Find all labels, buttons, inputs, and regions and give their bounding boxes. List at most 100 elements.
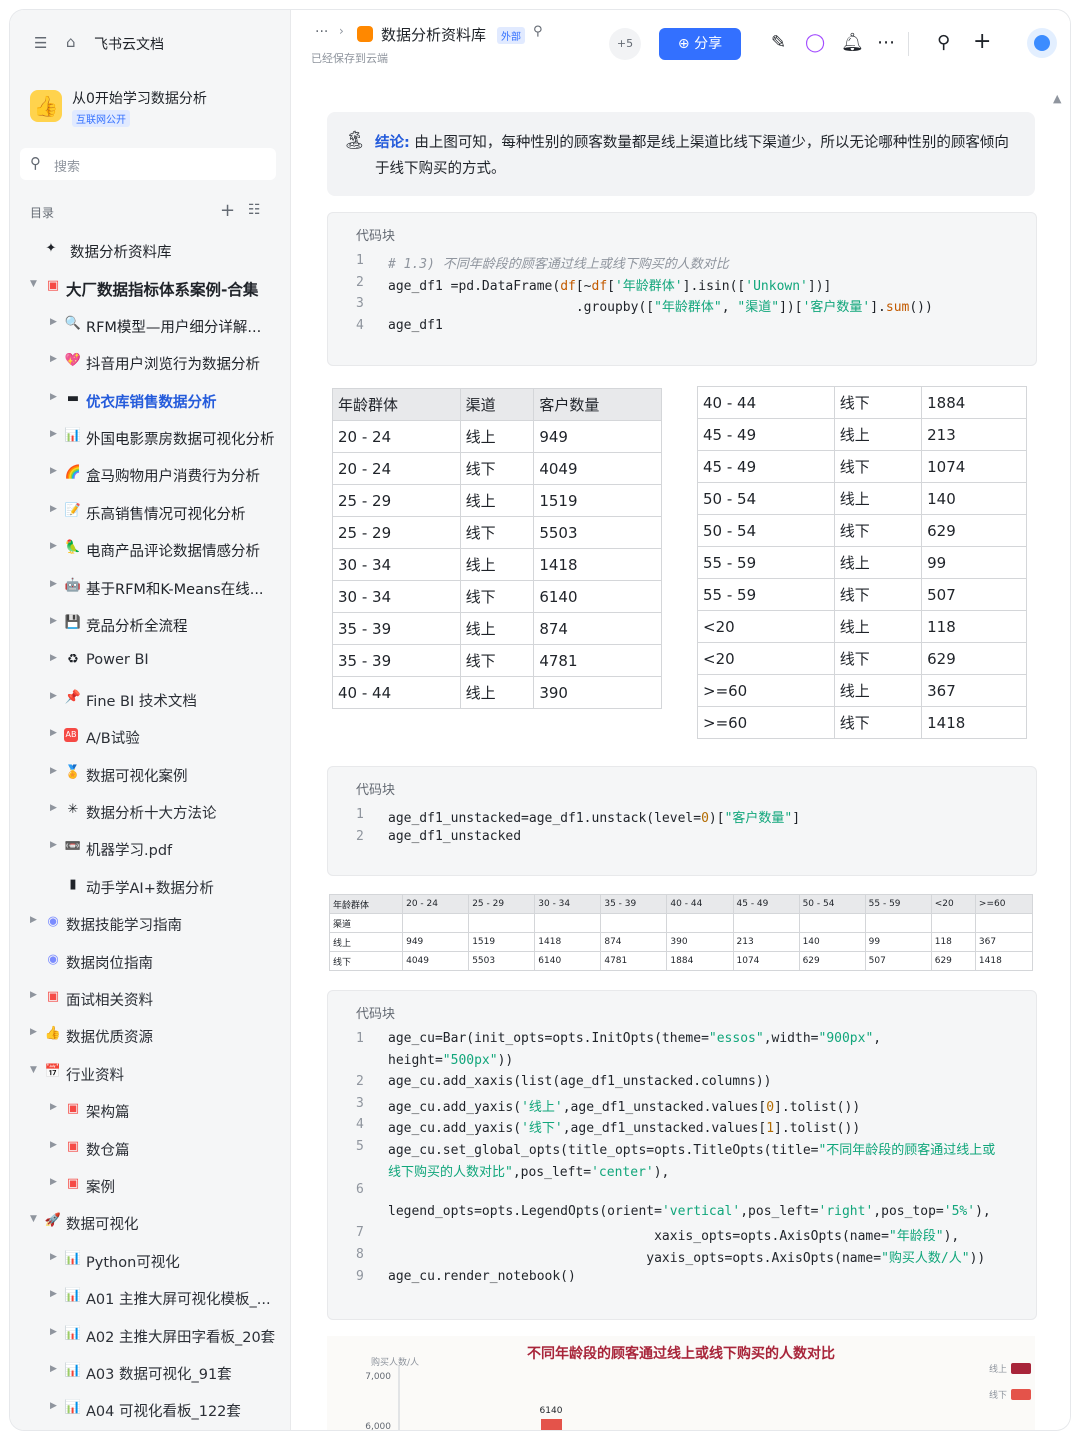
ai-assistant-icon[interactable]: ◯	[805, 32, 825, 53]
sidebar-item[interactable]: ▶ ♻ Power BI	[10, 643, 290, 679]
collaborators-button[interactable]: +5	[609, 28, 641, 60]
sidebar-item[interactable]: ▶ 🏅 数据可视化案例	[10, 756, 290, 792]
table-cell: 线上	[459, 548, 535, 581]
chevron-right-icon[interactable]: ▶	[30, 990, 37, 1000]
item-icon: 🚀	[44, 1213, 62, 1229]
table-cell: 40 - 44	[332, 676, 461, 709]
chevron-right-icon[interactable]: ▶	[50, 429, 57, 439]
sidebar-item[interactable]: ▶ ✳ 数据分析十大方法论	[10, 793, 290, 829]
sidebar-item[interactable]: ▶ 🌈 盒马购物用户消费行为分析	[10, 456, 290, 492]
chevron-right-icon[interactable]: ▶	[30, 1027, 37, 1037]
sidebar-item[interactable]: ◉ 数据岗位指南	[10, 943, 290, 979]
code-text: age_cu.add_yaxis('线下',age_df1_unstacked.…	[388, 1117, 860, 1136]
chevron-right-icon[interactable]: ▶	[50, 466, 57, 476]
sidebar-item[interactable]: ▶ 💾 竞品分析全流程	[10, 606, 290, 642]
sidebar-item[interactable]: ▼ 🚀 数据可视化	[10, 1204, 290, 1240]
chevron-right-icon[interactable]: ▶	[50, 803, 57, 813]
home-icon[interactable]: ⌂	[66, 33, 76, 51]
chevron-right-icon[interactable]: ▶	[50, 541, 57, 551]
chevron-right-icon[interactable]: ▶	[50, 1102, 57, 1112]
sidebar-item[interactable]: ▶ 👍 数据优质资源	[10, 1017, 290, 1053]
chevron-right-icon[interactable]: ▶	[50, 766, 57, 776]
chevron-down-icon[interactable]: ▼	[30, 1065, 37, 1075]
chevron-right-icon[interactable]: ▶	[30, 915, 37, 925]
island-icon: 🏝	[343, 130, 366, 151]
code-block-3[interactable]: 代码块 1 age_cu=Bar(init_opts=opts.InitOpts(…	[327, 990, 1037, 1320]
bell-icon[interactable]: 🔔︎	[841, 32, 864, 53]
table-header: 年龄群体	[328, 894, 404, 914]
code-token: yaxis_opts=opts.AxisOpts(name=	[388, 1251, 882, 1266]
sidebar-item[interactable]: ▶ 🤖 基于RFM和K-Means在线...	[10, 569, 290, 605]
chevron-right-icon[interactable]: ▶	[50, 1401, 57, 1411]
sidebar-item[interactable]: ▶ 📌 Fine BI 技术文档	[10, 681, 290, 717]
sidebar-item[interactable]: ▶ AB A/B试验	[10, 718, 290, 754]
chevron-right-icon[interactable]: ▶	[50, 392, 57, 402]
sidebar-item[interactable]: ▶ 📊 外国电影票房数据可视化分析	[10, 419, 290, 455]
chevron-down-icon[interactable]: ▼	[30, 279, 37, 289]
sidebar-item[interactable]: ▮ 动手学AI+数据分析	[10, 868, 290, 904]
sidebar-item[interactable]: ▶ ▣ 案例	[10, 1167, 290, 1203]
code-block-2[interactable]: 代码块 1 age_df1_unstacked=age_df1.unstack(l…	[327, 766, 1037, 876]
sidebar-item[interactable]: ▶ 📝 乐高销售情况可视化分析	[10, 494, 290, 530]
chevron-right-icon[interactable]: ▶	[50, 616, 57, 626]
bar-chart-svg: 不同年龄段的顾客通过线上或线下购买的人数对比购买人数/人 7,000 6,000 线上…	[365, 1345, 1031, 1430]
sidebar-item[interactable]: ▼ ▣ 大厂数据指标体系案例-合集	[10, 269, 290, 305]
more-icon[interactable]: ⋯	[877, 32, 895, 53]
sidebar-item[interactable]: ▶ ▣ 面试相关资料	[10, 980, 290, 1016]
line-number: 4	[356, 317, 364, 333]
pin-icon[interactable]: ⚲	[533, 24, 543, 39]
chevron-right-icon[interactable]: ▶	[50, 653, 57, 663]
chevron-right-icon[interactable]: ▶	[50, 354, 57, 364]
chevron-right-icon[interactable]: ▶	[50, 1289, 57, 1299]
chevron-right-icon[interactable]: ▶	[50, 691, 57, 701]
chevron-right-icon[interactable]: ▶	[50, 1364, 57, 1374]
collapse-sidebar-icon[interactable]: ☰	[34, 34, 47, 52]
table-cell: 118	[921, 610, 1027, 643]
sidebar-item[interactable]: ▶ 📊 A03 数据可视化_91套	[10, 1354, 290, 1390]
doc-title[interactable]: 数据分析资料库	[381, 24, 486, 45]
sidebar-item[interactable]: ▶ ▣ 数仓篇	[10, 1130, 290, 1166]
sidebar-item[interactable]: ▶ 🦜 电商产品评论数据情感分析	[10, 531, 290, 567]
save-status: 已经保存到云端	[311, 52, 388, 65]
chevron-right-icon[interactable]: ▶	[50, 1252, 57, 1262]
chevron-right-icon[interactable]: ▶	[50, 504, 57, 514]
sidebar-item[interactable]: ▶ 📊 Python可视化	[10, 1242, 290, 1278]
sidebar-item[interactable]: ▶ 📼 机器学习.pdf	[10, 830, 290, 866]
search-box[interactable]: ⚲ 搜索	[20, 148, 276, 180]
sidebar-item[interactable]: ▶ ▬ 优衣库销售数据分析	[10, 382, 290, 418]
chevron-right-icon[interactable]: ▶	[50, 728, 57, 738]
chevron-right-icon[interactable]: ▶	[50, 1140, 57, 1150]
add-icon[interactable]: +	[973, 29, 991, 54]
table-cell: 1884	[666, 951, 734, 971]
search-icon[interactable]: ⚲	[937, 32, 950, 53]
sidebar-item[interactable]: ▶ 🔍 RFM模型—用户细分详解...	[10, 307, 290, 343]
sidebar-item[interactable]: ✦ 数据分析资料库	[10, 232, 290, 268]
sidebar-item[interactable]: ▶ ▣ 架构篇	[10, 1092, 290, 1128]
edit-icon[interactable]: ✎	[771, 32, 786, 53]
brand-name[interactable]: 飞书云文档	[94, 34, 164, 54]
list-options-icon[interactable]: ☷	[248, 202, 261, 218]
code-block-1[interactable]: 代码块 1 # 1.3) 不同年龄段的顾客通过线上或线下购买的人数对比 2 age_d…	[327, 212, 1037, 366]
sidebar-item[interactable]: ▶ 💖 抖音用户浏览行为数据分析	[10, 344, 290, 380]
doc-content[interactable]: ▲ 🏝 结论: 由上图可知，每种性别的顾客数量都是线上渠道比线下渠道少，所以无论…	[291, 80, 1070, 1430]
chevron-right-icon[interactable]: ▶	[50, 579, 57, 589]
item-icon: ✳	[67, 802, 79, 817]
sidebar-item[interactable]: ▶ ◉ 数据技能学习指南	[10, 905, 290, 941]
sidebar-item[interactable]: ▶ 📊 A04 可视化看板_122套	[10, 1391, 290, 1427]
sidebar-item[interactable]: ▶ 📊 A02 主推大屏田字看板_20套	[10, 1317, 290, 1353]
table-cell: 1519	[468, 932, 536, 952]
table-cell	[864, 913, 932, 933]
avatar[interactable]	[1027, 28, 1057, 58]
chevron-right-icon[interactable]: ▶	[50, 317, 57, 327]
scroll-up-icon[interactable]: ▲	[1053, 92, 1061, 105]
add-icon[interactable]: +	[220, 200, 235, 221]
chevron-right-icon[interactable]: ▶	[50, 1327, 57, 1337]
sidebar-item[interactable]: ▼ 📅 行业资料	[10, 1055, 290, 1091]
chevron-right-icon[interactable]: ▶	[50, 1177, 57, 1187]
sidebar-item[interactable]: ▶ 📊 A01 主推大屏可视化模板_...	[10, 1279, 290, 1315]
space-card[interactable]: 👍 从0开始学习数据分析 互联网公开	[30, 86, 280, 132]
breadcrumb-more[interactable]: ···	[315, 24, 328, 40]
share-button[interactable]: ⊕ 分享	[659, 28, 741, 60]
chevron-down-icon[interactable]: ▼	[30, 1214, 37, 1224]
chevron-right-icon[interactable]: ▶	[50, 840, 57, 850]
